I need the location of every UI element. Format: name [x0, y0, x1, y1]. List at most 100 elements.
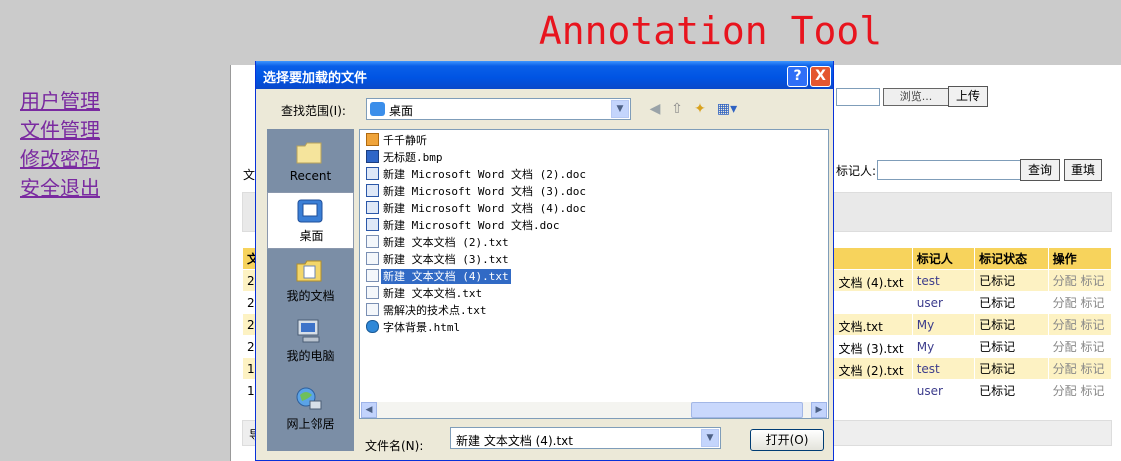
- cell-marker: My: [911, 335, 976, 358]
- cell-actions[interactable]: 分配 标记: [1047, 269, 1113, 292]
- list-item-selected[interactable]: 新建 文本文档 (4).txt: [366, 268, 511, 285]
- file-open-dialog: 选择要加载的文件 ? X 查找范围(I): 桌面 ▼ ◀ ⇧ ✦ ▦▾ Rece…: [255, 61, 834, 461]
- cell-filename: 文档 (2).txt: [838, 363, 904, 378]
- chevron-down-icon[interactable]: ▼: [611, 100, 629, 118]
- new-folder-icon[interactable]: ✦: [692, 101, 708, 117]
- text-file-icon: [366, 235, 379, 248]
- list-item[interactable]: 新建 文本文档.txt: [366, 285, 484, 302]
- close-button[interactable]: X: [810, 66, 831, 87]
- horizontal-scrollbar[interactable]: ◀ ▶: [361, 402, 827, 418]
- look-in-select[interactable]: 桌面 ▼: [366, 98, 631, 120]
- list-item[interactable]: 字体背景.html: [366, 319, 462, 336]
- list-item[interactable]: 新建 文本文档 (2).txt: [366, 234, 511, 251]
- cell-actions[interactable]: 分配 标记: [1047, 291, 1113, 314]
- word-doc-icon: [366, 184, 379, 197]
- cell-actions[interactable]: 分配 标记: [1047, 335, 1113, 358]
- list-item[interactable]: 新建 Microsoft Word 文档 (4).doc: [366, 200, 588, 217]
- place-network[interactable]: 网上邻居: [267, 381, 354, 438]
- word-doc-icon: [366, 201, 379, 214]
- file-name: 新建 文本文档 (4).txt: [381, 269, 511, 284]
- nav-change-password[interactable]: 修改密码: [20, 145, 100, 174]
- recent-folder-icon: [296, 142, 322, 164]
- col-header-actions: 操作: [1047, 247, 1113, 270]
- scroll-right-icon[interactable]: ▶: [811, 402, 827, 418]
- cell-marker: user: [911, 291, 976, 314]
- back-icon[interactable]: ◀: [647, 101, 663, 117]
- browse-button[interactable]: 浏览...: [883, 88, 949, 106]
- left-sidebar: 用户管理 文件管理 修改密码 安全退出: [0, 65, 230, 461]
- desktop-icon: [297, 199, 323, 223]
- filename-label: 文件名(N):: [365, 439, 424, 453]
- cell-actions[interactable]: 分配 标记: [1047, 379, 1113, 402]
- cell-actions[interactable]: 分配 标记: [1047, 357, 1113, 380]
- dialog-titlebar[interactable]: 选择要加载的文件 ? X: [256, 61, 833, 89]
- scroll-left-icon[interactable]: ◀: [361, 402, 377, 418]
- place-label: 桌面: [299, 229, 324, 243]
- col-header-status: 标记状态: [974, 247, 1049, 270]
- reset-button[interactable]: 重填: [1064, 159, 1102, 181]
- place-my-computer[interactable]: 我的电脑: [267, 313, 354, 370]
- cell-filename: 文档 (3).txt: [838, 341, 904, 356]
- close-icon: X: [815, 68, 826, 84]
- dialog-title: 选择要加载的文件: [263, 71, 368, 86]
- cell-status: 已标记: [974, 357, 1049, 380]
- nav-user-management[interactable]: 用户管理: [20, 87, 100, 116]
- list-item[interactable]: 新建 Microsoft Word 文档.doc: [366, 217, 561, 234]
- left-nav: 用户管理 文件管理 修改密码 安全退出: [20, 87, 100, 203]
- text-file-icon: [366, 286, 379, 299]
- place-desktop[interactable]: 桌面: [267, 192, 354, 249]
- list-item[interactable]: 需解决的技术点.txt: [366, 302, 489, 319]
- cell-filename: 文档.txt: [838, 319, 883, 334]
- filename-input[interactable]: 新建 文本文档 (4).txt ▼: [450, 427, 721, 449]
- html-file-icon: [366, 320, 379, 333]
- query-button[interactable]: 查询: [1020, 159, 1060, 181]
- look-in-label: 查找范围(I):: [281, 104, 346, 118]
- chevron-down-icon[interactable]: ▼: [701, 429, 719, 447]
- nav-file-management[interactable]: 文件管理: [20, 116, 100, 145]
- cell-marker: user: [911, 379, 976, 402]
- row-index: 2: [247, 295, 255, 310]
- place-label: 我的电脑: [286, 349, 335, 363]
- list-item[interactable]: 无标题.bmp: [366, 149, 445, 166]
- file-name: 无标题.bmp: [383, 151, 443, 164]
- file-name: 字体背景.html: [383, 321, 461, 334]
- cell-actions[interactable]: 分配 标记: [1047, 313, 1113, 336]
- file-path-input[interactable]: [836, 88, 880, 106]
- file-name: 新建 Microsoft Word 文档 (2).doc: [383, 168, 586, 181]
- row-index: 2: [247, 339, 255, 354]
- file-name: 千千静听: [383, 134, 427, 147]
- help-button[interactable]: ?: [787, 66, 808, 87]
- text-file-icon: [366, 269, 379, 282]
- cell-status: 已标记: [974, 335, 1049, 358]
- cell-status: 已标记: [974, 291, 1049, 314]
- up-folder-icon[interactable]: ⇧: [669, 101, 685, 117]
- nav-logout[interactable]: 安全退出: [20, 174, 100, 203]
- place-my-documents[interactable]: 我的文档: [267, 253, 354, 310]
- places-bar: Recent 桌面 我的文档 我的电脑 网上邻居: [267, 129, 354, 451]
- bmp-file-icon: [366, 150, 379, 163]
- views-menu-icon[interactable]: ▦▾: [715, 101, 739, 117]
- list-item[interactable]: 千千静听: [366, 132, 429, 149]
- list-item[interactable]: 新建 Microsoft Word 文档 (3).doc: [366, 183, 588, 200]
- file-list: 千千静听 无标题.bmp 新建 Microsoft Word 文档 (2).do…: [359, 129, 829, 419]
- cell-marker: My: [911, 313, 976, 336]
- list-item[interactable]: 新建 文本文档 (3).txt: [366, 251, 511, 268]
- desktop-icon: [370, 102, 385, 116]
- cell-marker: test: [911, 269, 976, 292]
- upload-button[interactable]: 上传: [948, 86, 988, 107]
- text-file-icon: [366, 252, 379, 265]
- file-name: 新建 Microsoft Word 文档.doc: [383, 219, 560, 232]
- my-computer-icon: [297, 319, 320, 343]
- row-index: 1: [247, 383, 255, 398]
- text-file-icon: [366, 303, 379, 316]
- my-documents-icon: [296, 260, 322, 282]
- file-name: 新建 文本文档 (3).txt: [383, 253, 509, 266]
- list-item[interactable]: 新建 Microsoft Word 文档 (2).doc: [366, 166, 588, 183]
- app-header: Annotation Tool: [0, 0, 1121, 65]
- file-name: 新建 文本文档 (2).txt: [383, 236, 509, 249]
- app-shortcut-icon: [366, 133, 379, 146]
- scroll-thumb[interactable]: [691, 402, 803, 418]
- place-recent[interactable]: Recent: [267, 135, 354, 192]
- open-button[interactable]: 打开(O): [750, 429, 824, 451]
- place-label: 网上邻居: [286, 417, 335, 431]
